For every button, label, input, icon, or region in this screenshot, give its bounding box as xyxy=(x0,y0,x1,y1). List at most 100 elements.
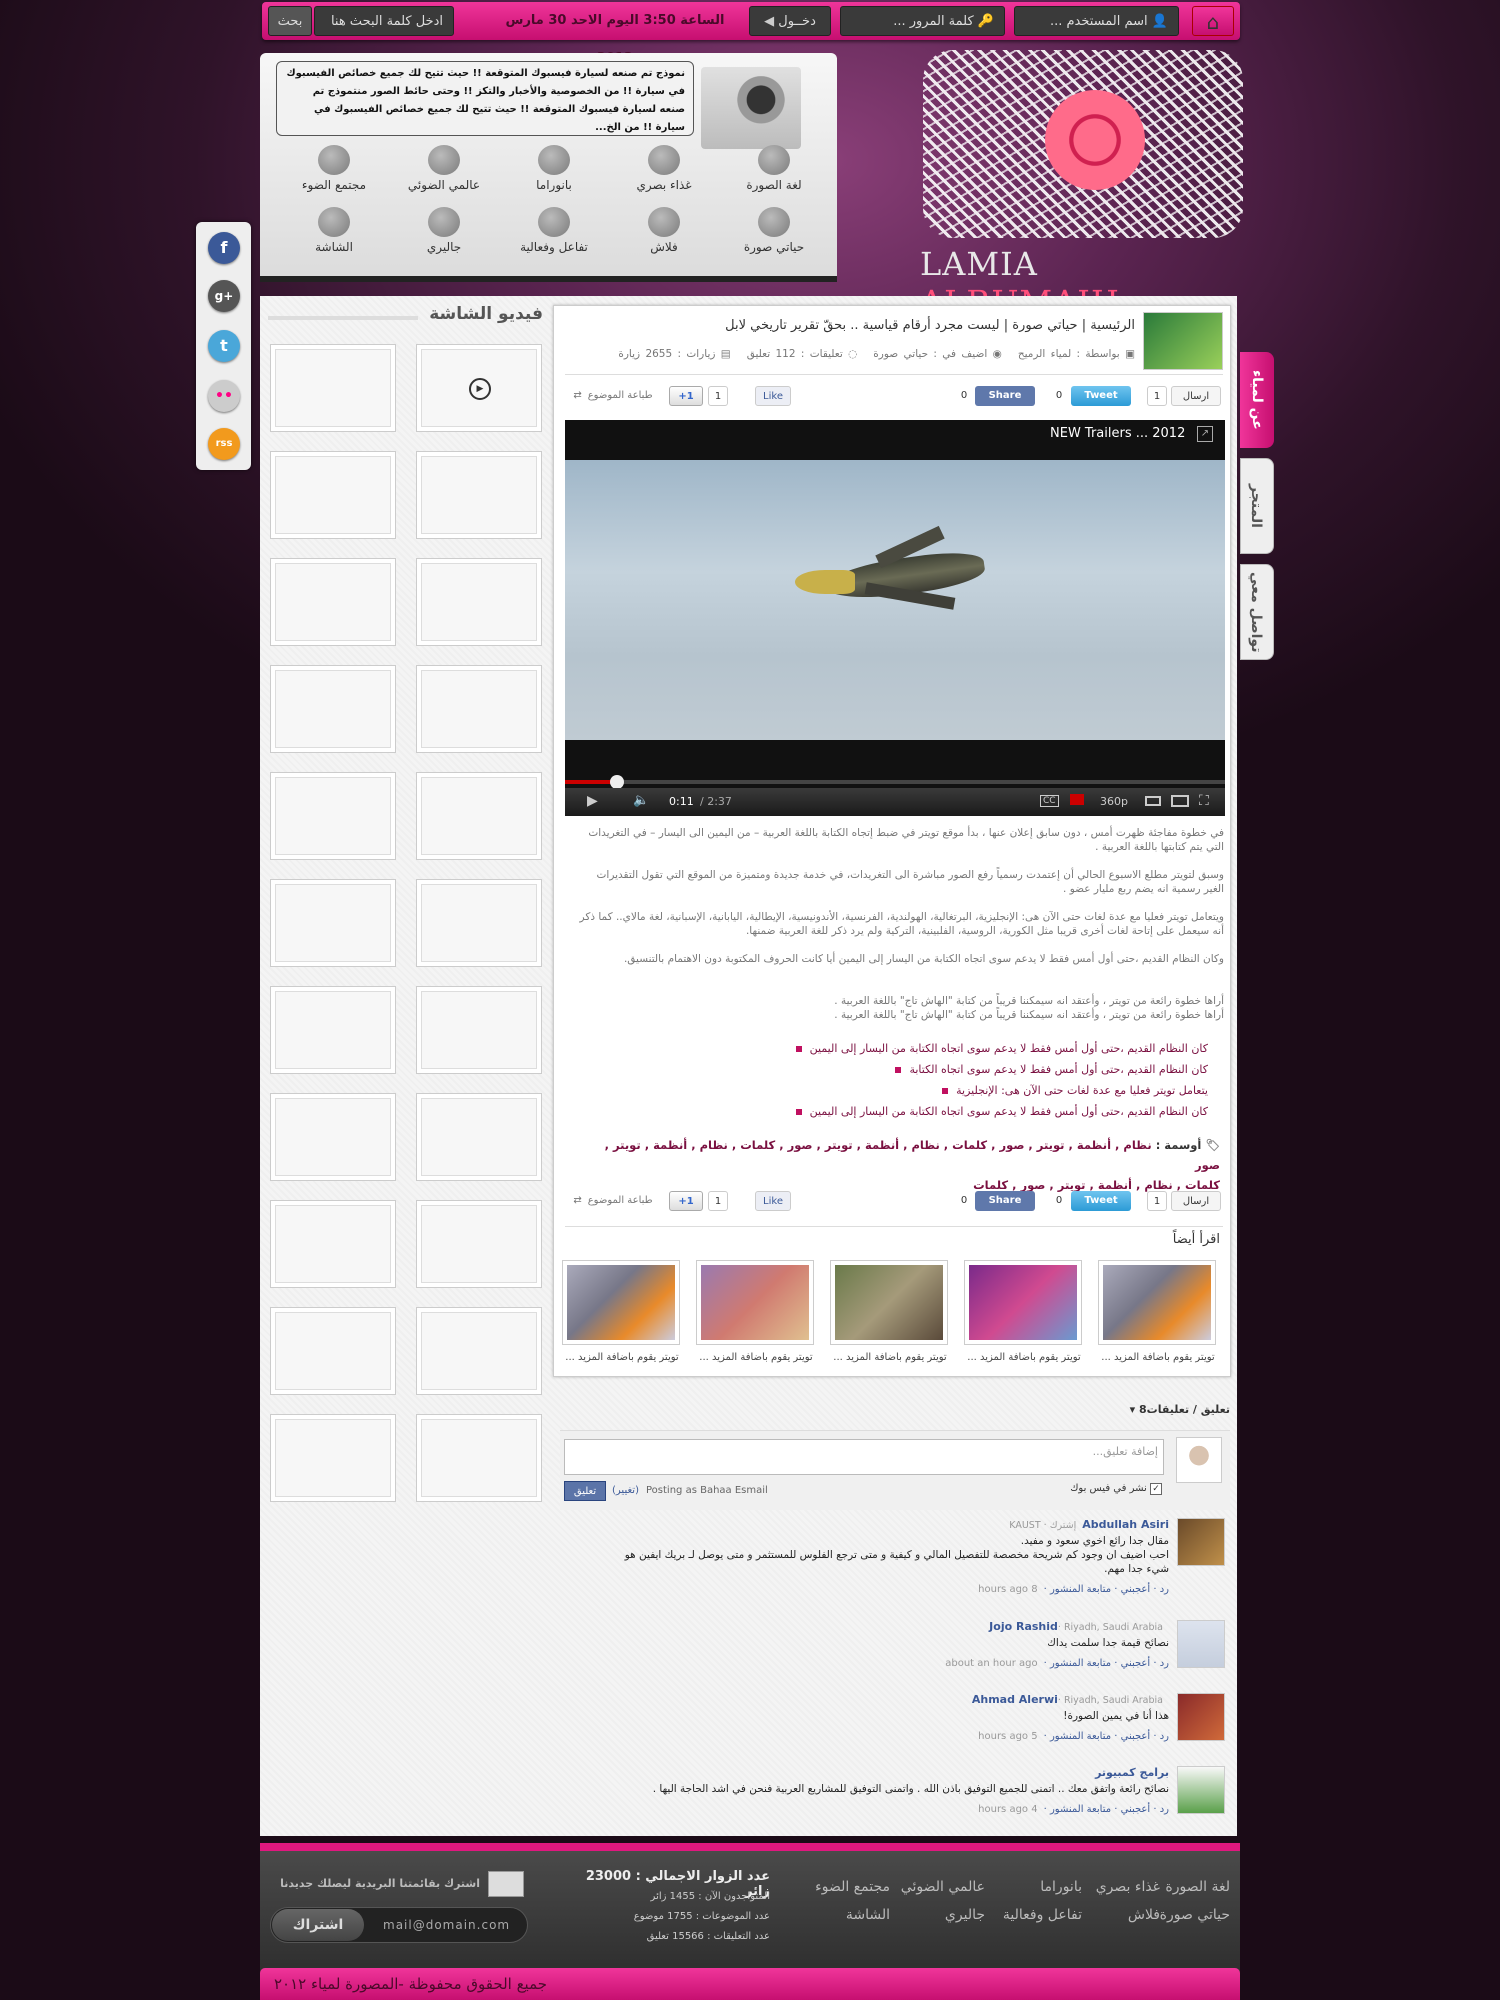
video-progress[interactable] xyxy=(565,775,1225,789)
footer-nav-item[interactable]: غذاء بصري xyxy=(1096,1879,1160,1895)
video-thumb[interactable] xyxy=(270,1307,396,1395)
related-post[interactable] xyxy=(830,1260,948,1345)
fb-like-button[interactable]: Like xyxy=(755,386,791,406)
flickr-icon[interactable]: •• xyxy=(208,380,240,412)
google-plus-button[interactable]: +1 xyxy=(669,386,703,406)
comment-submit-button[interactable]: تعليق xyxy=(564,1481,606,1501)
author-name[interactable]: Ahmad Alerwi xyxy=(972,1693,1058,1706)
video-thumb[interactable] xyxy=(270,1093,396,1181)
avatar[interactable] xyxy=(1177,1518,1225,1566)
small-player-icon[interactable] xyxy=(1145,796,1161,806)
video-thumb[interactable] xyxy=(270,665,396,753)
change-link[interactable]: (تغيير) xyxy=(612,1485,639,1496)
comment-actions[interactable]: رد · أعجبني · متابعة المنشور · xyxy=(1044,1731,1169,1742)
rss-icon[interactable]: rss xyxy=(208,428,240,460)
password-input[interactable]: 🔑 كلمة المرور ... xyxy=(840,6,1005,36)
search-button[interactable]: بحث xyxy=(268,6,312,36)
annotation-icon[interactable] xyxy=(1070,794,1084,805)
footer-nav-item[interactable]: بانوراما xyxy=(1040,1879,1082,1895)
video-thumb[interactable] xyxy=(416,1307,542,1395)
nav-item-3[interactable]: بانوراما xyxy=(499,145,609,192)
google-plus-icon[interactable]: g+ xyxy=(208,280,240,312)
fb-share-button[interactable]: Share xyxy=(975,386,1035,406)
author-name[interactable]: برامج كمبيوتر xyxy=(1095,1766,1169,1779)
related-caption[interactable]: تويتر يقوم باضافة المزيد ... xyxy=(964,1352,1084,1363)
nav-item-10[interactable]: الشاشة xyxy=(279,207,389,254)
tweet-button[interactable]: Tweet xyxy=(1071,1191,1131,1211)
video-thumb[interactable] xyxy=(270,1200,396,1288)
video-thumb[interactable] xyxy=(270,1414,396,1502)
footer-nav-item[interactable]: تفاعل وفعالية xyxy=(1003,1907,1082,1923)
avatar[interactable] xyxy=(1177,1766,1225,1814)
print-button[interactable]: طباعة الموضوع ⇄ xyxy=(565,386,661,406)
video-thumb[interactable] xyxy=(416,772,542,860)
comment-input[interactable]: إضافة تعليق... xyxy=(564,1439,1164,1475)
fb-like-button[interactable]: Like xyxy=(755,1191,791,1211)
video-player[interactable]: NEW Trailers ... 2012 ↗ ▶ 🔈 0:11 / 2:37 … xyxy=(565,420,1225,816)
tab-about[interactable]: عن لمياء xyxy=(1240,352,1274,448)
username-input[interactable]: 👤 اسم المستخدم ... xyxy=(1014,6,1179,36)
login-button[interactable]: ◀ دخــول xyxy=(749,6,831,36)
fullscreen-icon[interactable]: ⛶ xyxy=(1199,793,1209,809)
checkbox-icon[interactable]: ✓ xyxy=(1150,1483,1162,1495)
subscribe-button[interactable]: اشتراك xyxy=(272,1909,364,1941)
related-caption[interactable]: تويتر يقوم باضافة المزيد ... xyxy=(696,1352,816,1363)
related-post[interactable] xyxy=(562,1260,680,1345)
video-thumb[interactable] xyxy=(270,558,396,646)
print-button[interactable]: طباعة الموضوع ⇄ xyxy=(565,1191,661,1211)
video-thumb[interactable] xyxy=(270,451,396,539)
footer-nav-item[interactable]: الشاشة xyxy=(846,1907,890,1923)
category-text[interactable]: اضيف في : حياتي صورة xyxy=(873,348,987,360)
tags-list[interactable]: نظام , أنظمة , تويتر , صور , كلمات , نظا… xyxy=(605,1138,1220,1172)
video-thumb[interactable] xyxy=(270,986,396,1074)
related-post[interactable] xyxy=(696,1260,814,1345)
video-thumb[interactable] xyxy=(416,451,542,539)
send-button[interactable]: ارسال xyxy=(1171,1191,1221,1211)
search-input[interactable]: ادخل كلمة البحث هنا ... xyxy=(314,6,454,59)
nav-item-8[interactable]: تفاعل وفعالية xyxy=(499,207,609,254)
tweet-button[interactable]: Tweet xyxy=(1071,386,1131,406)
send-button[interactable]: ارسال xyxy=(1171,386,1221,406)
author-name[interactable]: Abdullah Asiri xyxy=(1082,1518,1169,1531)
related-caption[interactable]: تويتر يقوم باضافة المزيد ... xyxy=(830,1352,950,1363)
footer-nav-item[interactable]: فلاش xyxy=(1128,1907,1160,1923)
nav-item-6[interactable]: حياتي صورة xyxy=(719,207,829,254)
twitter-icon[interactable]: t xyxy=(208,330,240,362)
comment-actions[interactable]: رد · أعجبني · متابعة المنشور · xyxy=(1044,1658,1169,1669)
video-thumb[interactable] xyxy=(416,1093,542,1181)
site-logo[interactable]: LAMIA ALRUMAIH xyxy=(915,50,1245,321)
nav-item-9[interactable]: جاليري xyxy=(389,207,499,254)
related-post[interactable] xyxy=(964,1260,1082,1345)
nav-item-5[interactable]: مجتمع الضوء xyxy=(279,145,389,192)
captions-icon[interactable]: CC xyxy=(1040,795,1059,807)
facebook-icon[interactable]: f xyxy=(208,232,240,264)
video-thumb[interactable] xyxy=(270,879,396,967)
share-video-icon[interactable]: ↗ xyxy=(1197,426,1213,442)
author-name[interactable]: Jojo Rashid xyxy=(989,1620,1058,1633)
google-plus-button[interactable]: +1 xyxy=(669,1191,703,1211)
footer-nav-item[interactable]: جاليري xyxy=(945,1907,985,1923)
video-thumb[interactable] xyxy=(416,986,542,1074)
nav-item-4[interactable]: عالمي الضوئي xyxy=(389,145,499,192)
avatar[interactable] xyxy=(1177,1693,1225,1741)
avatar[interactable] xyxy=(1177,1620,1225,1668)
video-thumb[interactable] xyxy=(270,772,396,860)
video-scrubber[interactable] xyxy=(610,775,624,789)
related-caption[interactable]: تويتر يقوم باضافة المزيد ... xyxy=(562,1352,682,1363)
home-button[interactable]: ⌂ xyxy=(1192,6,1234,36)
footer-nav-item[interactable]: حياتي صورة xyxy=(1160,1907,1230,1923)
comment-actions[interactable]: رد · أعجبني · متابعة المنشور · xyxy=(1044,1804,1169,1815)
large-player-icon[interactable] xyxy=(1171,795,1189,807)
comment-actions[interactable]: رد · أعجبني · متابعة المنشور · xyxy=(1044,1584,1169,1595)
tab-store[interactable]: المتجر xyxy=(1240,458,1274,554)
volume-icon[interactable]: 🔈 xyxy=(633,793,649,808)
footer-nav-item[interactable]: مجتمع الضوء xyxy=(815,1879,890,1895)
video-thumb[interactable] xyxy=(416,558,542,646)
nav-item-2[interactable]: غذاء بصري xyxy=(609,145,719,192)
video-thumb[interactable]: ▶ xyxy=(416,344,542,432)
fb-share-button[interactable]: Share xyxy=(975,1191,1035,1211)
related-caption[interactable]: تويتر يقوم باضافة المزيد ... xyxy=(1098,1352,1218,1363)
nav-item-7[interactable]: فلاش xyxy=(609,207,719,254)
video-thumb[interactable] xyxy=(416,1200,542,1288)
footer-nav-item[interactable]: عالمي الضوئي xyxy=(901,1879,985,1895)
